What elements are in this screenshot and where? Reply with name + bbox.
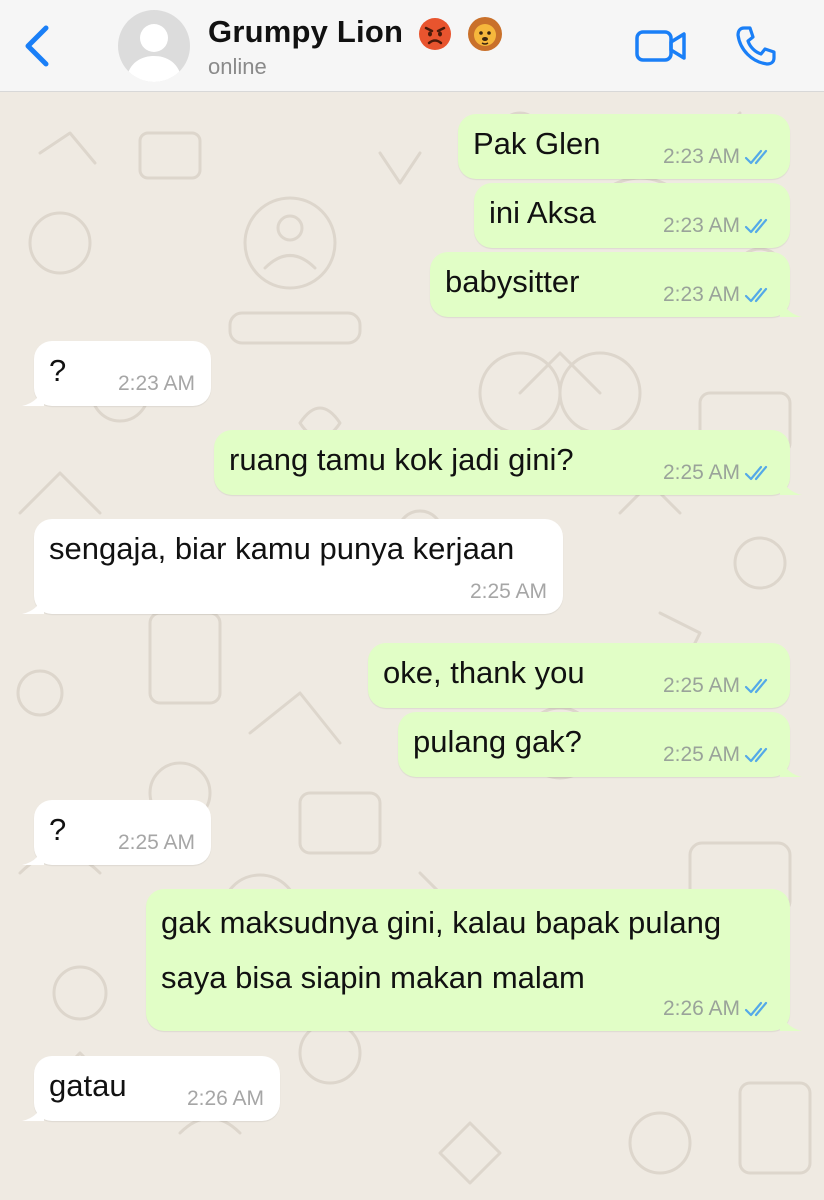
- message-meta: 2:26 AM: [663, 997, 774, 1021]
- message-time: 2:25 AM: [662, 743, 740, 766]
- message-time: 2:25 AM: [662, 674, 740, 697]
- bubble-tail: [22, 384, 44, 406]
- message-bubble-outgoing[interactable]: ini Aksa 2:23 AM: [474, 183, 790, 248]
- message-text: babysitter: [445, 264, 580, 299]
- message-bubble-outgoing[interactable]: babysitter 2:23 AM: [430, 252, 802, 317]
- message-meta: 2:23 AM: [663, 145, 774, 169]
- read-ticks-icon: [744, 465, 768, 481]
- message-bubble-incoming[interactable]: gatau 2:26 AM: [22, 1056, 280, 1121]
- lion-face-emoji: [467, 16, 502, 51]
- message-text: ?: [49, 812, 67, 847]
- message-meta: 2:26 AM: [187, 1087, 264, 1111]
- message-meta: 2:25 AM: [470, 580, 547, 604]
- message-meta: 2:25 AM: [663, 674, 774, 698]
- chat-area[interactable]: Pak Glen 2:23 AM ini Aksa 2:23 AM babysi…: [0, 93, 824, 1200]
- voice-call-icon[interactable]: [734, 24, 778, 68]
- read-ticks-icon: [744, 149, 768, 165]
- message-time: 2:25 AM: [469, 580, 547, 603]
- message-bubble-outgoing[interactable]: oke, thank you 2:25 AM: [368, 643, 790, 708]
- contact-status: online: [208, 54, 267, 79]
- message-text: gak maksudnya gini, kalau bapak pulang s…: [161, 905, 722, 995]
- video-call-icon[interactable]: [634, 26, 688, 66]
- default-avatar-icon: [126, 24, 182, 82]
- avatar[interactable]: [118, 10, 190, 82]
- message-meta: 2:25 AM: [663, 743, 774, 767]
- chat-header: Grumpy Lion online: [0, 0, 824, 92]
- read-ticks-icon: [744, 678, 768, 694]
- bubble-tail: [780, 295, 802, 317]
- bubble-tail: [22, 843, 44, 865]
- message-text: ruang tamu kok jadi gini?: [229, 442, 574, 477]
- message-time: 2:25 AM: [117, 831, 195, 854]
- message-bubble-outgoing[interactable]: ruang tamu kok jadi gini? 2:25 AM: [214, 430, 802, 495]
- bubble-tail: [780, 1009, 802, 1031]
- back-chevron-icon[interactable]: [18, 22, 58, 70]
- message-text: ini Aksa: [489, 195, 596, 230]
- bubble-tail: [22, 592, 44, 614]
- message-meta: 2:23 AM: [118, 372, 195, 396]
- message-text: gatau: [49, 1068, 127, 1103]
- message-text: pulang gak?: [413, 724, 582, 759]
- angry-face-emoji: [418, 17, 451, 50]
- message-text: sengaja, biar kamu punya kerjaan: [49, 531, 515, 566]
- message-bubble-outgoing[interactable]: pulang gak? 2:25 AM: [398, 712, 802, 777]
- message-text: oke, thank you: [383, 655, 585, 690]
- message-bubble-outgoing[interactable]: Pak Glen 2:23 AM: [458, 114, 790, 179]
- message-text: Pak Glen: [473, 126, 601, 161]
- message-bubble-outgoing[interactable]: gak maksudnya gini, kalau bapak pulang s…: [146, 889, 802, 1031]
- message-time: 2:26 AM: [662, 997, 740, 1020]
- bubble-tail: [780, 473, 802, 495]
- message-text: ?: [49, 353, 67, 388]
- message-meta: 2:25 AM: [663, 461, 774, 485]
- bubble-tail: [22, 1099, 44, 1121]
- message-time: 2:23 AM: [662, 145, 740, 168]
- message-meta: 2:23 AM: [663, 214, 774, 238]
- message-bubble-incoming[interactable]: ? 2:25 AM: [22, 800, 211, 865]
- bubble-tail: [780, 755, 802, 777]
- message-meta: 2:25 AM: [118, 831, 195, 855]
- message-time: 2:23 AM: [117, 372, 195, 395]
- contact-name-row[interactable]: Grumpy Lion: [208, 14, 503, 52]
- read-ticks-icon: [744, 218, 768, 234]
- contact-name[interactable]: Grumpy Lion: [208, 14, 403, 49]
- message-meta: 2:23 AM: [663, 283, 774, 307]
- message-time: 2:23 AM: [662, 283, 740, 306]
- message-bubble-incoming[interactable]: ? 2:23 AM: [22, 341, 211, 406]
- read-ticks-icon: [744, 1001, 768, 1017]
- read-ticks-icon: [744, 287, 768, 303]
- message-time: 2:25 AM: [662, 461, 740, 484]
- message-bubble-incoming[interactable]: sengaja, biar kamu punya kerjaan 2:25 AM: [22, 519, 563, 614]
- message-time: 2:23 AM: [662, 214, 740, 237]
- message-time: 2:26 AM: [186, 1087, 264, 1110]
- read-ticks-icon: [744, 747, 768, 763]
